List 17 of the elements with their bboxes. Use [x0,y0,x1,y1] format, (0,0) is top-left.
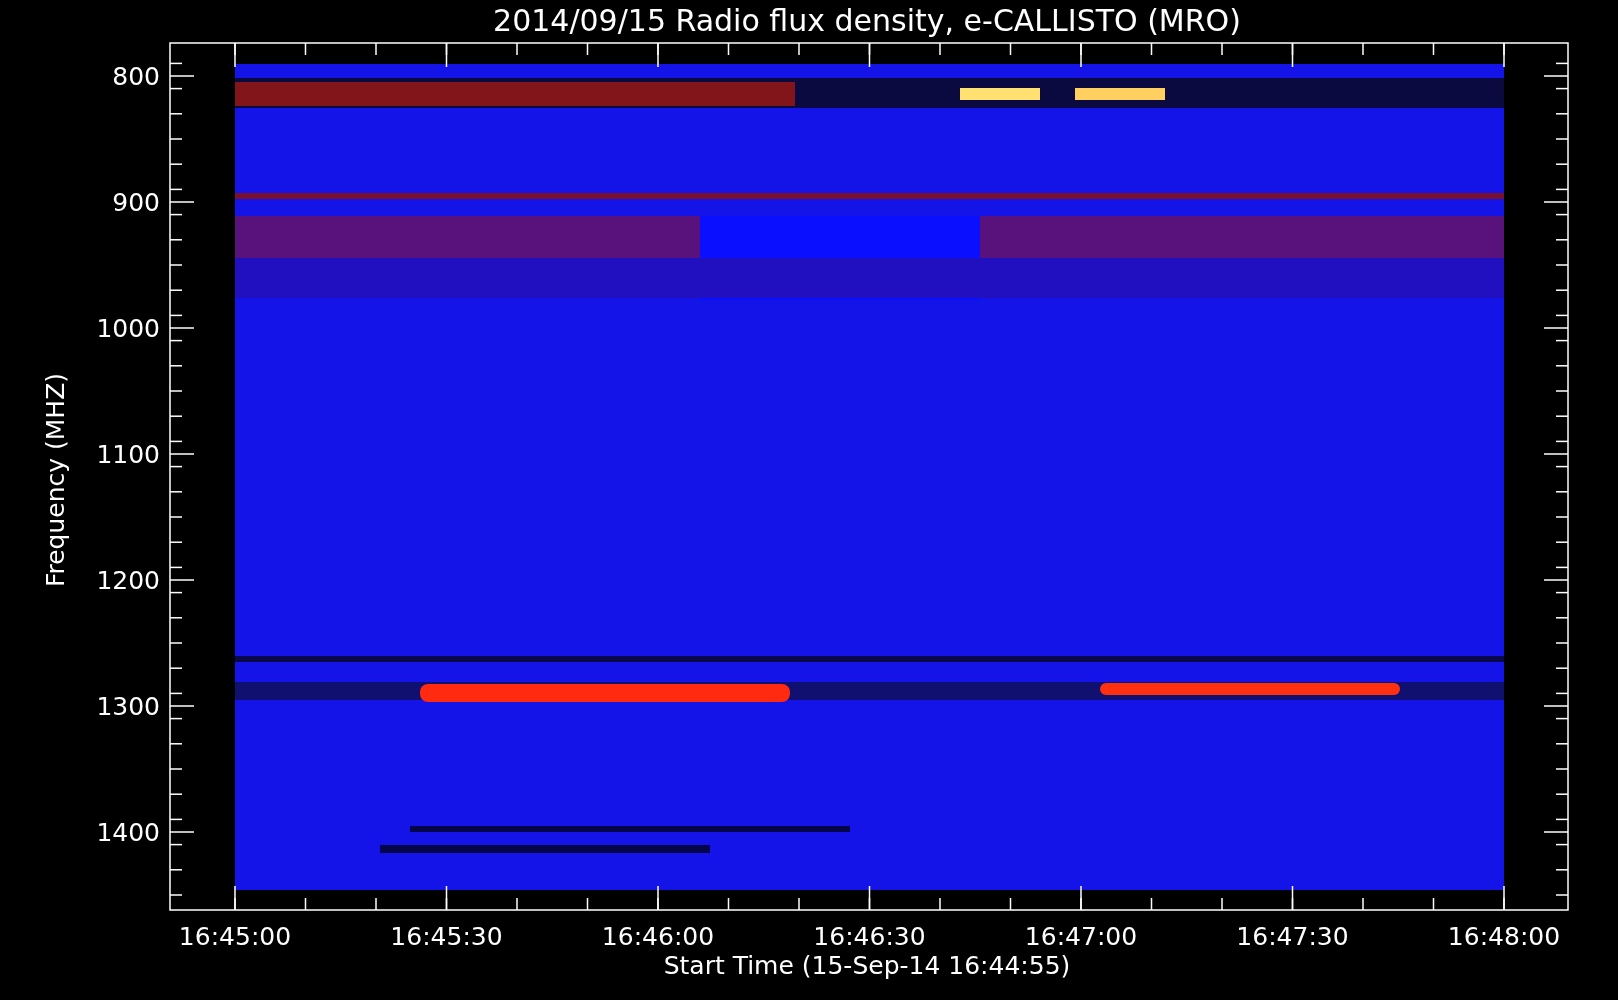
y-tick-label: 1200 [96,566,160,595]
x-tick-label: 16:45:30 [390,922,503,951]
x-tick-label: 16:45:00 [178,922,292,951]
x-tick-label: 16:46:00 [601,922,715,951]
y-tick-label: 900 [112,188,160,217]
x-tick-label: 16:48:00 [1447,922,1561,951]
y-axis-title: Frequency (MHZ) [41,372,70,588]
x-axis-title: Start Time (15-Sep-14 16:44:55) [663,951,1071,980]
y-tick-label: 1100 [96,440,160,469]
x-tick-label: 16:47:00 [1024,922,1138,951]
y-tick-label: 800 [112,62,160,91]
x-tick-label: 16:46:30 [813,922,926,951]
chart-title: 2014/09/15 Radio flux density, e-CALLISTO (MRO) [493,3,1241,38]
y-tick-label: 1400 [96,818,160,847]
y-tick-label: 1300 [96,692,160,721]
x-tick-label: 16:47:30 [1236,922,1349,951]
y-tick-label: 1000 [96,314,160,343]
